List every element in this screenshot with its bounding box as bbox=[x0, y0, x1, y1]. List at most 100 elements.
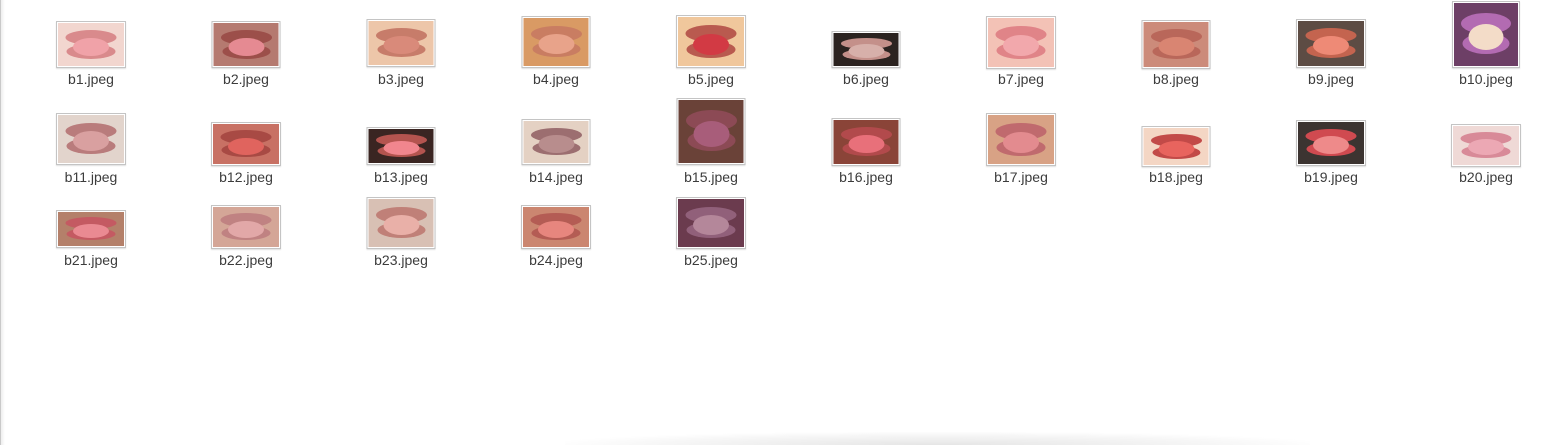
file-name-label: b17.jpeg bbox=[994, 169, 1048, 185]
image-thumbnail[interactable] bbox=[211, 122, 281, 166]
image-thumbnail[interactable] bbox=[366, 197, 436, 249]
file-name-label: b4.jpeg bbox=[533, 71, 579, 87]
image-preview bbox=[1298, 21, 1364, 66]
preview-tongue bbox=[73, 224, 109, 238]
image-thumbnail[interactable] bbox=[986, 16, 1056, 69]
preview-tongue bbox=[1468, 139, 1504, 155]
file-name-label: b5.jpeg bbox=[688, 71, 734, 87]
image-preview bbox=[988, 115, 1054, 164]
image-preview bbox=[523, 207, 589, 247]
preview-tongue bbox=[228, 221, 264, 238]
image-preview bbox=[523, 18, 589, 66]
image-preview bbox=[1454, 3, 1518, 66]
file-name-label: b1.jpeg bbox=[68, 71, 114, 87]
file-name-label: b20.jpeg bbox=[1459, 169, 1513, 185]
image-preview bbox=[1143, 128, 1209, 165]
image-thumbnail[interactable] bbox=[521, 205, 591, 249]
image-thumbnail[interactable] bbox=[366, 127, 436, 165]
bottom-status-shadow bbox=[565, 432, 1310, 445]
image-thumbnail[interactable] bbox=[1296, 19, 1366, 68]
image-preview bbox=[1298, 122, 1364, 164]
image-thumbnail[interactable] bbox=[1296, 120, 1366, 166]
file-name-label: b2.jpeg bbox=[223, 71, 269, 87]
preview-tongue bbox=[1003, 35, 1039, 56]
file-name-label: b13.jpeg bbox=[374, 169, 428, 185]
file-name-label: b18.jpeg bbox=[1149, 169, 1203, 185]
preview-tongue bbox=[1158, 141, 1194, 157]
file-name-label: b7.jpeg bbox=[998, 71, 1044, 87]
image-preview bbox=[678, 17, 744, 66]
image-thumbnail[interactable] bbox=[56, 113, 126, 165]
preview-tongue bbox=[383, 141, 419, 155]
file-name-label: b25.jpeg bbox=[684, 252, 738, 268]
image-thumbnail[interactable] bbox=[56, 21, 126, 68]
image-thumbnail[interactable] bbox=[521, 119, 591, 165]
preview-tongue bbox=[848, 135, 884, 153]
image-thumbnail[interactable] bbox=[1141, 126, 1211, 167]
image-preview bbox=[213, 124, 279, 164]
preview-tongue bbox=[538, 135, 574, 153]
preview-tongue bbox=[1468, 24, 1504, 50]
image-preview bbox=[523, 121, 589, 163]
image-preview bbox=[213, 207, 279, 247]
image-thumbnail[interactable] bbox=[366, 19, 436, 67]
image-preview bbox=[1143, 22, 1209, 67]
image-thumbnail[interactable] bbox=[1452, 1, 1520, 68]
preview-tongue bbox=[1313, 136, 1349, 154]
preview-tongue bbox=[538, 221, 574, 238]
image-thumbnail[interactable] bbox=[211, 21, 281, 68]
file-name-label: b3.jpeg bbox=[378, 71, 424, 87]
image-preview bbox=[833, 33, 899, 66]
image-preview bbox=[988, 18, 1054, 67]
image-preview bbox=[213, 23, 279, 66]
image-thumbnail[interactable] bbox=[211, 205, 281, 249]
image-thumbnail[interactable] bbox=[56, 210, 126, 248]
image-preview bbox=[58, 115, 124, 163]
file-name-label: b16.jpeg bbox=[839, 169, 893, 185]
image-thumbnail[interactable] bbox=[676, 15, 746, 68]
preview-tongue bbox=[73, 131, 109, 151]
file-name-label: b23.jpeg bbox=[374, 252, 428, 268]
preview-tongue bbox=[693, 121, 729, 147]
preview-tongue bbox=[73, 38, 109, 56]
preview-tongue bbox=[693, 34, 729, 55]
file-name-label: b12.jpeg bbox=[219, 169, 273, 185]
file-name-label: b22.jpeg bbox=[219, 252, 273, 268]
image-preview bbox=[368, 129, 434, 163]
file-name-label: b9.jpeg bbox=[1308, 71, 1354, 87]
file-browser-icon-view: b1.jpeg b2.jpeg b3.jpeg b4.jpeg b5.jpeg b6.jp… bbox=[0, 0, 1564, 445]
preview-tongue bbox=[228, 38, 264, 56]
image-thumbnail[interactable] bbox=[986, 113, 1056, 166]
preview-tongue bbox=[693, 215, 729, 235]
file-name-label: b6.jpeg bbox=[843, 71, 889, 87]
image-thumbnail[interactable] bbox=[521, 16, 591, 68]
image-thumbnail[interactable] bbox=[676, 98, 746, 165]
preview-tongue bbox=[1003, 132, 1039, 153]
image-thumbnail[interactable] bbox=[831, 31, 901, 68]
image-preview bbox=[368, 199, 434, 247]
preview-tongue bbox=[383, 36, 419, 54]
file-name-label: b21.jpeg bbox=[64, 252, 118, 268]
file-name-label: b11.jpeg bbox=[64, 169, 118, 185]
image-preview bbox=[833, 120, 899, 164]
file-name-label: b10.jpeg bbox=[1459, 71, 1513, 87]
preview-tongue bbox=[1313, 36, 1349, 55]
file-name-label: b8.jpeg bbox=[1153, 71, 1199, 87]
image-preview bbox=[58, 23, 124, 66]
left-pane-border[interactable] bbox=[0, 0, 5, 445]
image-thumbnail[interactable] bbox=[831, 118, 901, 166]
image-thumbnail[interactable] bbox=[676, 197, 746, 249]
image-thumbnail[interactable] bbox=[1141, 20, 1211, 69]
image-preview bbox=[1453, 126, 1519, 165]
preview-tongue bbox=[848, 44, 884, 58]
preview-tongue bbox=[1158, 37, 1194, 56]
image-preview bbox=[368, 21, 434, 65]
image-thumbnail[interactable] bbox=[1451, 124, 1521, 167]
preview-tongue bbox=[228, 138, 264, 155]
file-name-label: b19.jpeg bbox=[1304, 169, 1358, 185]
preview-tongue bbox=[538, 34, 574, 54]
file-name-label: b24.jpeg bbox=[529, 252, 583, 268]
file-name-label: b14.jpeg bbox=[529, 169, 583, 185]
file-name-label: b15.jpeg bbox=[684, 169, 738, 185]
image-preview bbox=[678, 100, 744, 163]
